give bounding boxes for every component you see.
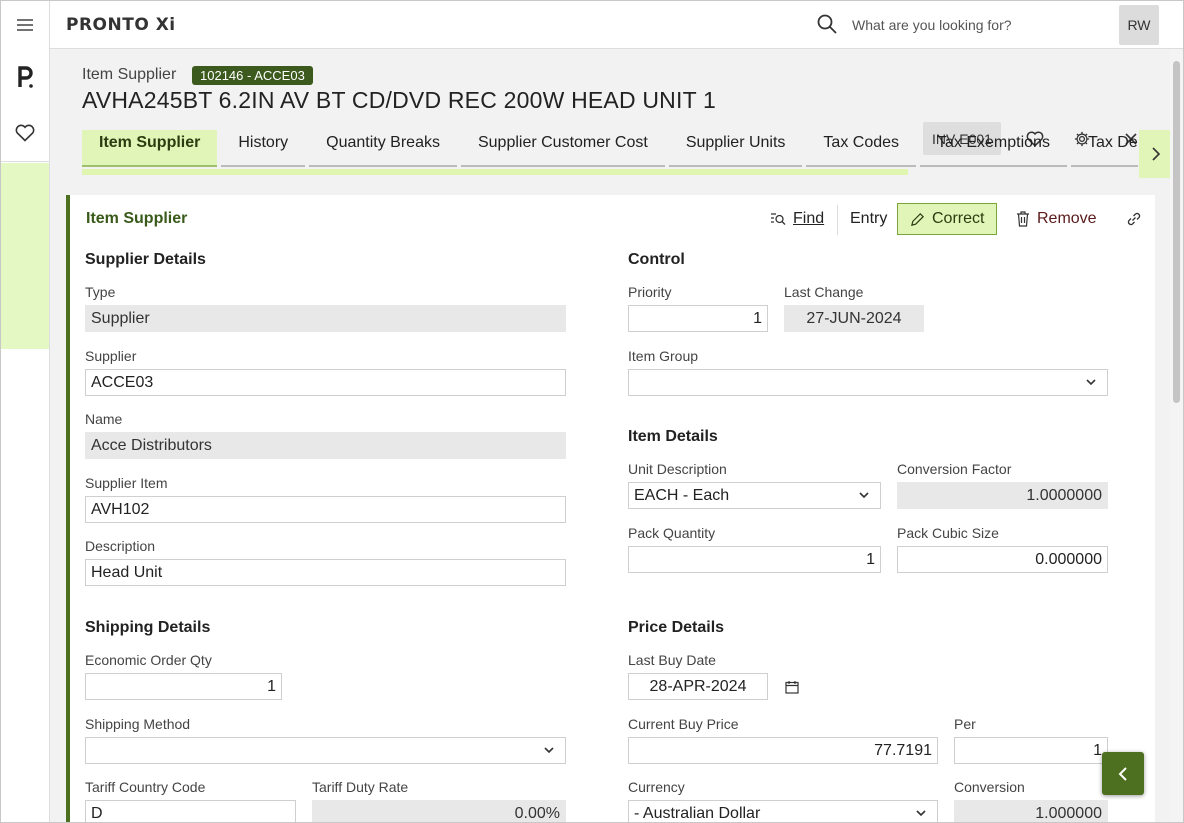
pronto-home-icon[interactable] bbox=[1, 53, 49, 101]
last-buy-date-field[interactable]: 28-APR-2024 bbox=[628, 673, 768, 700]
tariff-duty-rate-label: Tariff Duty Rate bbox=[312, 779, 409, 795]
pack-quantity-label: Pack Quantity bbox=[628, 525, 716, 541]
correct-label: Correct bbox=[932, 210, 985, 227]
tab-tax-codes[interactable]: Tax Codes bbox=[806, 130, 917, 167]
conversion-field: 1.000000 bbox=[954, 800, 1108, 822]
economic-order-qty-field[interactable]: 1 bbox=[85, 673, 282, 700]
tab-history[interactable]: History bbox=[221, 130, 306, 167]
rail-divider bbox=[1, 161, 49, 162]
chevron-down-icon bbox=[544, 747, 554, 754]
unit-description-value: EACH - Each bbox=[634, 487, 730, 504]
tab-supplier-customer-cost[interactable]: Supplier Customer Cost bbox=[460, 130, 665, 167]
currency-value: - Australian Dollar bbox=[634, 805, 761, 822]
tariff-duty-rate-field: 0.00% bbox=[312, 800, 566, 822]
item-supplier-panel: Item Supplier Find Entry Correct Remove … bbox=[66, 195, 1155, 822]
correct-button[interactable]: Correct bbox=[897, 203, 998, 235]
supplier-label: Supplier bbox=[85, 348, 137, 364]
page-header: Item Supplier 102146 - ACCE03 AVHA245BT … bbox=[50, 50, 1183, 180]
user-avatar[interactable]: RW bbox=[1119, 5, 1159, 45]
per-field[interactable]: 1 bbox=[954, 737, 1108, 764]
top-bar: PRONTO Xi RW bbox=[50, 1, 1183, 49]
page-subtitle: Item Supplier bbox=[82, 66, 177, 83]
name-label: Name bbox=[85, 411, 123, 427]
type-label: Type bbox=[85, 284, 116, 300]
remove-button[interactable]: Remove bbox=[1016, 203, 1097, 235]
currency-label: Currency bbox=[628, 779, 685, 795]
priority-label: Priority bbox=[628, 284, 672, 300]
entry-button[interactable]: Entry bbox=[850, 203, 887, 235]
current-buy-price-label: Current Buy Price bbox=[628, 716, 739, 732]
supplier-item-label: Supplier Item bbox=[85, 475, 168, 491]
conversion-factor-field: 1.0000000 bbox=[897, 482, 1108, 509]
remove-label: Remove bbox=[1037, 210, 1097, 227]
calendar-icon[interactable] bbox=[785, 680, 799, 699]
tariff-country-code-field[interactable]: D bbox=[85, 800, 296, 822]
item-group-label: Item Group bbox=[628, 348, 699, 364]
description-label: Description bbox=[85, 538, 156, 554]
last-change-field: 27-JUN-2024 bbox=[784, 305, 924, 332]
collapse-panel-button[interactable] bbox=[1102, 752, 1144, 795]
app-window: PRONTO Xi RW Item Supplier 102146 - ACCE… bbox=[0, 0, 1184, 823]
currency-select[interactable]: - Australian Dollar bbox=[628, 800, 938, 822]
panel-title: Item Supplier bbox=[86, 210, 188, 227]
conversion-label: Conversion bbox=[954, 779, 1025, 795]
menu-icon[interactable] bbox=[1, 1, 49, 49]
tab-tax-exemptions[interactable]: Tax Exemptions bbox=[920, 130, 1067, 167]
item-group-select[interactable] bbox=[628, 369, 1108, 396]
tariff-country-code-label: Tariff Country Code bbox=[85, 779, 206, 795]
pronto-logo: PRONTO Xi bbox=[66, 15, 176, 35]
tab-item-supplier[interactable]: Item Supplier bbox=[82, 130, 218, 167]
chevron-down-icon bbox=[859, 492, 869, 499]
description-field[interactable]: Head Unit bbox=[85, 559, 566, 586]
shipping-details-heading: Shipping Details bbox=[85, 619, 211, 636]
unit-description-select[interactable]: EACH - Each bbox=[628, 482, 881, 509]
per-label: Per bbox=[954, 716, 976, 732]
toolbar-divider bbox=[837, 205, 838, 235]
chevron-down-icon bbox=[916, 810, 926, 817]
shipping-method-select[interactable] bbox=[85, 737, 566, 764]
trash-icon bbox=[1017, 211, 1029, 227]
supplier-details-heading: Supplier Details bbox=[85, 251, 206, 268]
pencil-icon bbox=[911, 212, 924, 226]
economic-order-qty-label: Economic Order Qty bbox=[85, 652, 212, 668]
tab-scroll-indicator bbox=[82, 169, 908, 175]
last-buy-date-label: Last Buy Date bbox=[628, 652, 716, 668]
find-label: Find bbox=[793, 210, 825, 227]
tab-supplier-units[interactable]: Supplier Units bbox=[668, 130, 803, 167]
search-icon[interactable] bbox=[816, 13, 840, 37]
current-buy-price-field[interactable]: 77.7191 bbox=[628, 737, 938, 764]
unit-description-label: Unit Description bbox=[628, 461, 727, 477]
pack-quantity-field[interactable]: 1 bbox=[628, 546, 881, 573]
left-rail bbox=[1, 1, 50, 822]
last-change-label: Last Change bbox=[784, 284, 864, 300]
item-details-heading: Item Details bbox=[628, 428, 718, 445]
conversion-factor-label: Conversion Factor bbox=[897, 461, 1012, 477]
supplier-item-field[interactable]: AVH102 bbox=[85, 496, 566, 523]
page-title: AVHA245BT 6.2IN AV BT CD/DVD REC 200W HE… bbox=[82, 87, 716, 113]
search-input[interactable] bbox=[852, 11, 1110, 39]
control-heading: Control bbox=[628, 251, 685, 268]
record-badge: 102146 - ACCE03 bbox=[192, 66, 313, 85]
priority-field[interactable]: 1 bbox=[628, 305, 768, 332]
chevron-right-icon bbox=[1151, 147, 1160, 161]
attachment-link-icon[interactable] bbox=[1126, 203, 1149, 235]
favorites-icon[interactable] bbox=[1, 109, 49, 157]
page-scrollbar-thumb[interactable] bbox=[1173, 61, 1180, 403]
find-icon bbox=[771, 213, 786, 225]
supplier-field[interactable]: ACCE03 bbox=[85, 369, 566, 396]
name-field: Acce Distributors bbox=[85, 432, 566, 459]
tab-quantity-breaks[interactable]: Quantity Breaks bbox=[309, 130, 457, 167]
tab-scroll-right-button[interactable] bbox=[1139, 130, 1172, 178]
chevron-down-icon bbox=[1086, 379, 1096, 386]
pack-cubic-size-field[interactable]: 0.000000 bbox=[897, 546, 1108, 573]
tab-bar: Item Supplier History Quantity Breaks Suppl… bbox=[82, 130, 1138, 170]
rail-active-region bbox=[1, 163, 49, 349]
tab-tax-defaults[interactable]: Tax Defaults bbox=[1070, 130, 1138, 167]
pack-cubic-size-label: Pack Cubic Size bbox=[897, 525, 999, 541]
chevron-left-icon bbox=[1118, 766, 1127, 781]
price-details-heading: Price Details bbox=[628, 619, 725, 636]
type-field: Supplier bbox=[85, 305, 566, 332]
find-button[interactable]: Find bbox=[770, 203, 824, 235]
shipping-method-label: Shipping Method bbox=[85, 716, 191, 732]
